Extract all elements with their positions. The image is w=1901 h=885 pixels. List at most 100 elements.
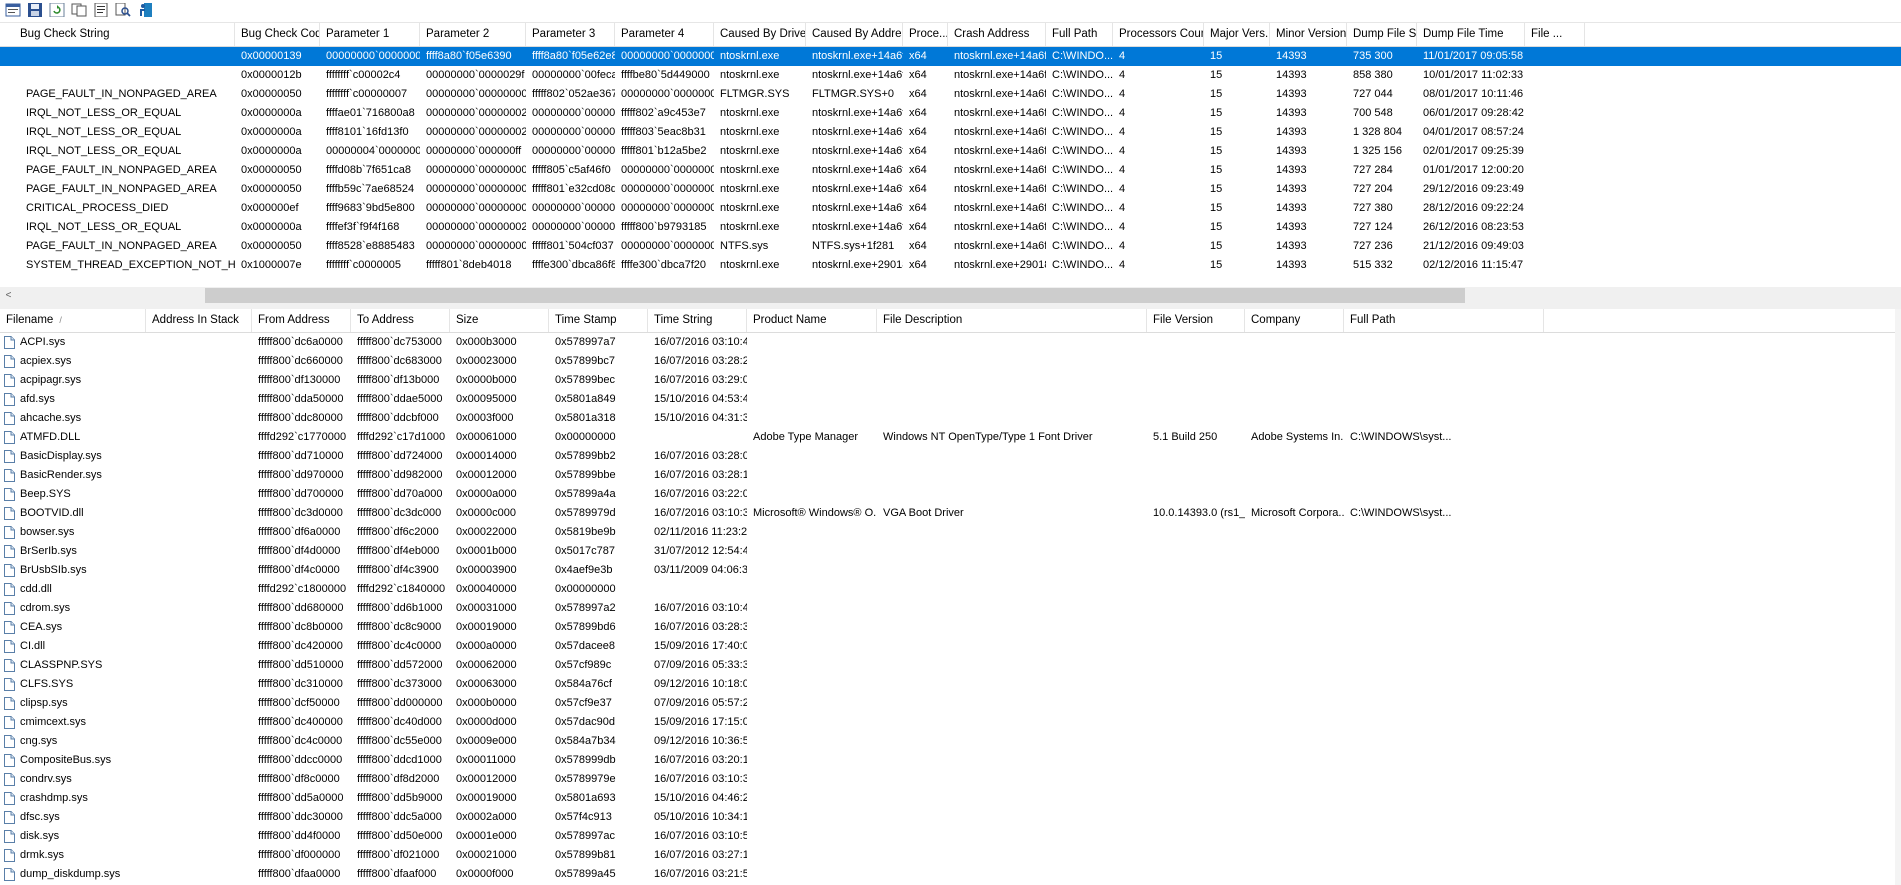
crash-row[interactable]: CRITICAL_PROCESS_DIED 0x000000ef ffff9683`… (0, 199, 1901, 218)
html-report-icon[interactable] (4, 2, 22, 18)
scroll-left-icon[interactable]: < (0, 287, 17, 304)
driver-row[interactable]: CompositeBus.sys fffff800`ddcc0000 fffff80… (0, 751, 1901, 770)
column-header-size[interactable]: Size (450, 309, 549, 332)
column-header-label: Parameter 3 (532, 28, 596, 40)
properties-icon[interactable] (92, 2, 110, 18)
driver-row[interactable]: cng.sys fffff800`dc4c0000 fffff800`dc55e00… (0, 732, 1901, 751)
column-header-time-stamp[interactable]: Time Stamp (549, 309, 648, 332)
column-header-company[interactable]: Company (1245, 309, 1344, 332)
cell-to-address: fffff800`dc753000 (357, 336, 442, 348)
driver-row[interactable]: acpipagr.sys fffff800`df130000 fffff800`df… (0, 371, 1901, 390)
driver-row[interactable]: cdd.dll ffffd292`c1800000 ffffd292`c184000… (0, 580, 1901, 599)
column-header-from-address[interactable]: From Address (252, 309, 351, 332)
cell-dump-file-size: 1 325 156 (1353, 145, 1402, 157)
column-header-file-description[interactable]: File Description (877, 309, 1147, 332)
save-icon[interactable] (26, 2, 44, 18)
find-icon[interactable] (114, 2, 132, 18)
driver-row[interactable]: acpiex.sys fffff800`dc660000 fffff800`dc68… (0, 352, 1901, 371)
driver-row[interactable]: Beep.SYS fffff800`dd700000 fffff800`dd70a0… (0, 485, 1901, 504)
crash-row[interactable]: PAGE_FAULT_IN_NONPAGED_AREA 0x00000050 fff… (0, 180, 1901, 199)
driver-row[interactable]: bowser.sys fffff800`df6a0000 fffff800`df6c… (0, 523, 1901, 542)
cell-address-in-stack (146, 428, 252, 447)
column-header-parameter-4[interactable]: Parameter 4 (615, 23, 714, 46)
column-header-label: Full Path (1052, 28, 1098, 40)
driver-row[interactable]: cdrom.sys fffff800`dd680000 fffff800`dd6b1… (0, 599, 1901, 618)
driver-row[interactable]: dump_diskdump.sys fffff800`dfaa0000 fffff8… (0, 865, 1901, 884)
cell-file-version (1147, 656, 1245, 675)
column-header-file-version[interactable]: File Version (1147, 309, 1245, 332)
cell-time-string: 16/07/2016 03:22:02 (654, 488, 747, 500)
column-header-dump-file-time[interactable]: Dump File Time (1417, 23, 1525, 46)
cell-dump-file-size: 727 236 (1353, 240, 1393, 252)
crash-row[interactable]: SYSTEM_THREAD_EXCEPTION_NOT_HANDLED 0x100… (0, 256, 1901, 275)
driver-row[interactable]: BasicRender.sys fffff800`dd970000 fffff800… (0, 466, 1901, 485)
driver-row[interactable]: CLASSPNP.SYS fffff800`dd510000 fffff800`dd… (0, 656, 1901, 675)
column-header-filename[interactable]: Filename / (0, 309, 146, 332)
column-header-bug-check-string[interactable]: Bug Check String (0, 23, 235, 46)
column-header-proce[interactable]: Proce... (903, 23, 948, 46)
driver-row[interactable]: condrv.sys fffff800`df8c0000 fffff800`df8d… (0, 770, 1901, 789)
crash-row[interactable]: PAGE_FAULT_IN_NONPAGED_AREA 0x00000050 fff… (0, 161, 1901, 180)
scrollbar-thumb[interactable] (205, 288, 1465, 303)
cell-parameter-4: ffffbe80`5d449000 (621, 69, 710, 81)
column-header-parameter-3[interactable]: Parameter 3 (526, 23, 615, 46)
driver-row[interactable]: CEA.sys fffff800`dc8b0000 fffff800`dc8c900… (0, 618, 1901, 637)
column-header-to-address[interactable]: To Address (351, 309, 450, 332)
column-header-file[interactable]: File ... (1525, 23, 1585, 46)
crash-row[interactable]: PAGE_FAULT_IN_NONPAGED_AREA 0x00000050 fff… (0, 237, 1901, 256)
column-header-caused-by-driver[interactable]: Caused By Driver (714, 23, 806, 46)
driver-row[interactable]: cmimcext.sys fffff800`dc400000 fffff800`dc… (0, 713, 1901, 732)
cell-file-version (1147, 523, 1245, 542)
column-header-processors-count[interactable]: Processors Count (1113, 23, 1204, 46)
cell-caused-by-address: ntoskrnl.exe+29018 (812, 259, 903, 271)
column-header-bug-check-code[interactable]: Bug Check Code (235, 23, 320, 46)
crash-row[interactable]: IRQL_NOT_LESS_OR_EQUAL 0x0000000a ffffef3f… (0, 218, 1901, 237)
driver-row[interactable]: CLFS.SYS fffff800`dc310000 fffff800`dc3730… (0, 675, 1901, 694)
driver-row[interactable]: drmk.sys fffff800`df000000 fffff800`df0210… (0, 846, 1901, 865)
cell-time-string: 16/07/2016 03:10:38 (654, 773, 747, 785)
crash-row[interactable]: 0x00000139 00000000`00000003 ffff8a80`f05e… (0, 47, 1901, 66)
column-header-label: Time String (654, 314, 713, 326)
driver-row[interactable]: BasicDisplay.sys fffff800`dd710000 fffff80… (0, 447, 1901, 466)
column-header-product-name[interactable]: Product Name (747, 309, 877, 332)
column-header-crash-address[interactable]: Crash Address (948, 23, 1046, 46)
cell-product-name (747, 352, 877, 371)
driver-row[interactable]: BrUsbSIb.sys fffff800`df4c0000 fffff800`df… (0, 561, 1901, 580)
driver-row[interactable]: disk.sys fffff800`dd4f0000 fffff800`dd50e0… (0, 827, 1901, 846)
column-header-minor-version[interactable]: Minor Version (1270, 23, 1347, 46)
exit-icon[interactable] (136, 2, 154, 18)
cell-parameter-1: ffffae01`716800a8 (326, 107, 415, 119)
refresh-icon[interactable] (48, 2, 66, 18)
crash-row[interactable]: IRQL_NOT_LESS_OR_EQUAL 0x0000000a 00000004… (0, 142, 1901, 161)
horizontal-scrollbar[interactable]: < (0, 287, 1901, 304)
cell-file-version (1147, 827, 1245, 846)
column-header-parameter-2[interactable]: Parameter 2 (420, 23, 526, 46)
vertical-scrollbar[interactable] (1895, 309, 1901, 885)
column-header-time-string[interactable]: Time String (648, 309, 747, 332)
cell-product-name (747, 333, 877, 352)
crash-row[interactable]: IRQL_NOT_LESS_OR_EQUAL 0x0000000a ffffae01… (0, 104, 1901, 123)
column-header-major-vers[interactable]: Major Vers... (1204, 23, 1270, 46)
column-header-full-path[interactable]: Full Path (1344, 309, 1544, 332)
driver-row[interactable]: BOOTVID.dll fffff800`dc3d0000 fffff800`dc3… (0, 504, 1901, 523)
cell-processors-count: 4 (1119, 202, 1126, 214)
column-header-address-in-stack[interactable]: Address In Stack (146, 309, 252, 332)
driver-row[interactable]: dfsc.sys fffff800`ddc30000 fffff800`ddc5a0… (0, 808, 1901, 827)
crash-row[interactable]: IRQL_NOT_LESS_OR_EQUAL 0x0000000a ffff8101… (0, 123, 1901, 142)
driver-row[interactable]: crashdmp.sys fffff800`dd5a0000 fffff800`dd… (0, 789, 1901, 808)
driver-row[interactable]: ahcache.sys fffff800`ddc80000 fffff800`ddc… (0, 409, 1901, 428)
cell-major-vers: 15 (1210, 164, 1223, 176)
copy-icon[interactable] (70, 2, 88, 18)
driver-row[interactable]: BrSerIb.sys fffff800`df4d0000 fffff800`df4… (0, 542, 1901, 561)
crash-row[interactable]: 0x0000012b ffffffff`c00002c4 00000000`0000… (0, 66, 1901, 85)
column-header-caused-by-address[interactable]: Caused By Address (806, 23, 903, 46)
driver-row[interactable]: clipsp.sys fffff800`dcf50000 fffff800`dd00… (0, 694, 1901, 713)
driver-row[interactable]: ATMFD.DLL ffffd292`c1770000 ffffd292`c17d1… (0, 428, 1901, 447)
column-header-parameter-1[interactable]: Parameter 1 (320, 23, 420, 46)
driver-row[interactable]: ACPI.sys fffff800`dc6a0000 fffff800`dc7530… (0, 333, 1901, 352)
crash-row[interactable]: PAGE_FAULT_IN_NONPAGED_AREA 0x00000050 fff… (0, 85, 1901, 104)
driver-row[interactable]: CI.dll fffff800`dc420000 fffff800`dc4c0000… (0, 637, 1901, 656)
driver-row[interactable]: afd.sys fffff800`dda50000 fffff800`ddae500… (0, 390, 1901, 409)
column-header-full-path[interactable]: Full Path (1046, 23, 1113, 46)
column-header-dump-file-size[interactable]: Dump File Size (1347, 23, 1417, 46)
